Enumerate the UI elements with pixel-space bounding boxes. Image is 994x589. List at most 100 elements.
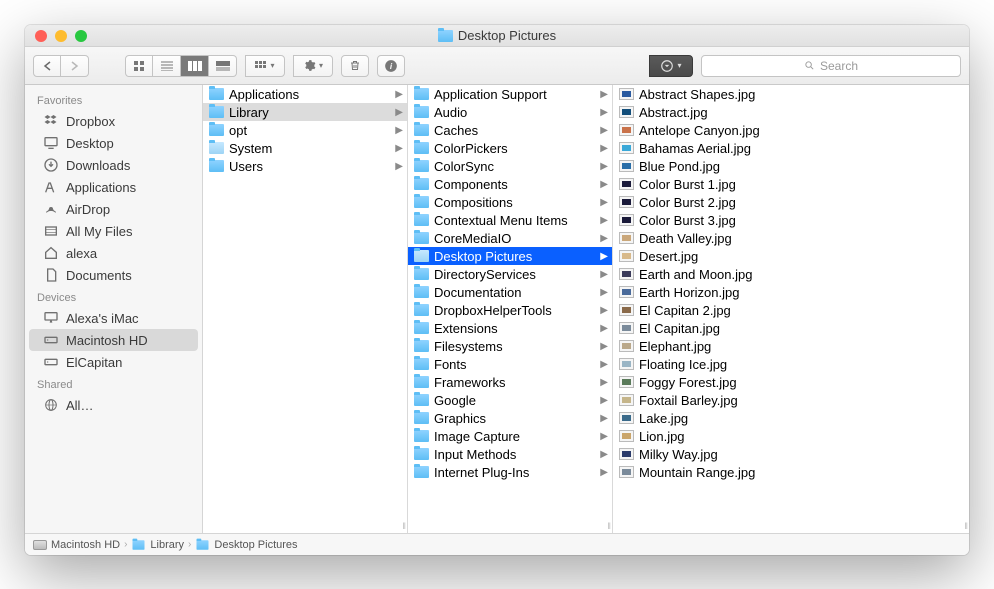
sidebar-item[interactable]: All My Files bbox=[25, 220, 202, 242]
file-row[interactable]: Elephant.jpg bbox=[613, 337, 969, 355]
file-label: Applications bbox=[229, 87, 299, 102]
trash-button[interactable] bbox=[341, 55, 369, 77]
sidebar-item[interactable]: AirDrop bbox=[25, 198, 202, 220]
file-row[interactable]: Contextual Menu Items▶ bbox=[408, 211, 612, 229]
get-info-button[interactable]: i bbox=[377, 55, 405, 77]
coverflow-view-button[interactable] bbox=[209, 55, 237, 77]
file-row[interactable]: Earth and Moon.jpg bbox=[613, 265, 969, 283]
zoom-window-button[interactable] bbox=[75, 30, 87, 42]
file-row[interactable]: Filesystems▶ bbox=[408, 337, 612, 355]
file-row[interactable]: Frameworks▶ bbox=[408, 373, 612, 391]
file-row[interactable]: Google▶ bbox=[408, 391, 612, 409]
file-label: Lion.jpg bbox=[639, 429, 685, 444]
file-row[interactable]: Application Support▶ bbox=[408, 85, 612, 103]
sidebar-item[interactable]: All… bbox=[25, 394, 202, 416]
file-row[interactable]: Lake.jpg bbox=[613, 409, 969, 427]
file-row[interactable]: opt▶ bbox=[203, 121, 407, 139]
folder-icon bbox=[414, 88, 429, 100]
file-row[interactable]: Mountain Range.jpg bbox=[613, 463, 969, 481]
file-row[interactable]: Audio▶ bbox=[408, 103, 612, 121]
file-row[interactable]: Graphics▶ bbox=[408, 409, 612, 427]
file-row[interactable]: Foxtail Barley.jpg bbox=[613, 391, 969, 409]
folder-icon bbox=[414, 250, 429, 262]
file-row[interactable]: ColorPickers▶ bbox=[408, 139, 612, 157]
file-row[interactable]: Extensions▶ bbox=[408, 319, 612, 337]
action-button[interactable]: ▾ bbox=[293, 55, 333, 77]
back-button[interactable] bbox=[33, 55, 61, 77]
file-row[interactable]: System▶ bbox=[203, 139, 407, 157]
sidebar-item[interactable]: Alexa's iMac bbox=[25, 307, 202, 329]
file-row[interactable]: Color Burst 1.jpg bbox=[613, 175, 969, 193]
arrange-button[interactable]: ▾ bbox=[245, 55, 285, 77]
file-label: Users bbox=[229, 159, 263, 174]
file-row[interactable]: El Capitan 2.jpg bbox=[613, 301, 969, 319]
folder-icon bbox=[414, 376, 429, 388]
file-row[interactable]: Blue Pond.jpg bbox=[613, 157, 969, 175]
icon-view-button[interactable] bbox=[125, 55, 153, 77]
file-row[interactable]: El Capitan.jpg bbox=[613, 319, 969, 337]
sidebar-item[interactable]: ElCapitan bbox=[25, 351, 202, 373]
file-row[interactable]: Desert.jpg bbox=[613, 247, 969, 265]
file-row[interactable]: Floating Ice.jpg bbox=[613, 355, 969, 373]
column-resize-handle[interactable]: ‖ bbox=[964, 521, 967, 531]
chevron-right-icon: ▶ bbox=[600, 359, 608, 370]
file-row[interactable]: Compositions▶ bbox=[408, 193, 612, 211]
file-row[interactable]: Milky Way.jpg bbox=[613, 445, 969, 463]
file-row[interactable]: Desktop Pictures▶ bbox=[408, 247, 612, 265]
file-row[interactable]: Lion.jpg bbox=[613, 427, 969, 445]
file-row[interactable]: DropboxHelperTools▶ bbox=[408, 301, 612, 319]
minimize-window-button[interactable] bbox=[55, 30, 67, 42]
folder-icon bbox=[414, 448, 429, 460]
column-resize-handle[interactable]: ‖ bbox=[402, 521, 405, 531]
file-row[interactable]: Color Burst 3.jpg bbox=[613, 211, 969, 229]
sidebar-item[interactable]: Documents bbox=[25, 264, 202, 286]
sidebar-item[interactable]: Dropbox bbox=[25, 110, 202, 132]
file-row[interactable]: Death Valley.jpg bbox=[613, 229, 969, 247]
dropbox-badge-button[interactable]: ▾ bbox=[649, 55, 693, 77]
image-file-icon bbox=[619, 232, 634, 244]
file-row[interactable]: Antelope Canyon.jpg bbox=[613, 121, 969, 139]
file-row[interactable]: DirectoryServices▶ bbox=[408, 265, 612, 283]
sidebar-item[interactable]: Macintosh HD bbox=[29, 329, 198, 351]
folder-icon bbox=[209, 106, 224, 118]
file-row[interactable]: Foggy Forest.jpg bbox=[613, 373, 969, 391]
file-row[interactable]: Library▶ bbox=[203, 103, 407, 121]
column-resize-handle[interactable]: ‖ bbox=[607, 521, 610, 531]
file-row[interactable]: Color Burst 2.jpg bbox=[613, 193, 969, 211]
hd-icon bbox=[33, 540, 47, 550]
file-row[interactable]: Components▶ bbox=[408, 175, 612, 193]
file-row[interactable]: Applications▶ bbox=[203, 85, 407, 103]
path-segment[interactable]: Macintosh HD bbox=[33, 539, 120, 551]
chevron-right-icon: ▶ bbox=[600, 377, 608, 388]
file-row[interactable]: Users▶ bbox=[203, 157, 407, 175]
path-segment[interactable]: Desktop Pictures bbox=[195, 539, 297, 551]
column-view-button[interactable] bbox=[181, 55, 209, 77]
search-field[interactable]: Search bbox=[701, 55, 961, 77]
image-file-icon bbox=[619, 340, 634, 352]
file-row[interactable]: Fonts▶ bbox=[408, 355, 612, 373]
close-window-button[interactable] bbox=[35, 30, 47, 42]
image-file-icon bbox=[619, 88, 634, 100]
file-row[interactable]: Input Methods▶ bbox=[408, 445, 612, 463]
file-row[interactable]: ColorSync▶ bbox=[408, 157, 612, 175]
sidebar-item[interactable]: Desktop bbox=[25, 132, 202, 154]
sidebar-item[interactable]: Downloads bbox=[25, 154, 202, 176]
image-file-icon bbox=[619, 196, 634, 208]
file-row[interactable]: Bahamas Aerial.jpg bbox=[613, 139, 969, 157]
forward-button[interactable] bbox=[61, 55, 89, 77]
image-file-icon bbox=[619, 160, 634, 172]
file-row[interactable]: Earth Horizon.jpg bbox=[613, 283, 969, 301]
downloads-icon bbox=[43, 157, 59, 173]
sidebar-item[interactable]: alexa bbox=[25, 242, 202, 264]
file-row[interactable]: Abstract Shapes.jpg bbox=[613, 85, 969, 103]
file-row[interactable]: Internet Plug-Ins▶ bbox=[408, 463, 612, 481]
file-row[interactable]: Documentation▶ bbox=[408, 283, 612, 301]
file-row[interactable]: Image Capture▶ bbox=[408, 427, 612, 445]
file-row[interactable]: CoreMediaIO▶ bbox=[408, 229, 612, 247]
path-segment[interactable]: Library bbox=[131, 539, 184, 551]
file-row[interactable]: Caches▶ bbox=[408, 121, 612, 139]
chevron-right-icon: ▶ bbox=[600, 125, 608, 136]
file-row[interactable]: Abstract.jpg bbox=[613, 103, 969, 121]
list-view-button[interactable] bbox=[153, 55, 181, 77]
sidebar-item[interactable]: Applications bbox=[25, 176, 202, 198]
